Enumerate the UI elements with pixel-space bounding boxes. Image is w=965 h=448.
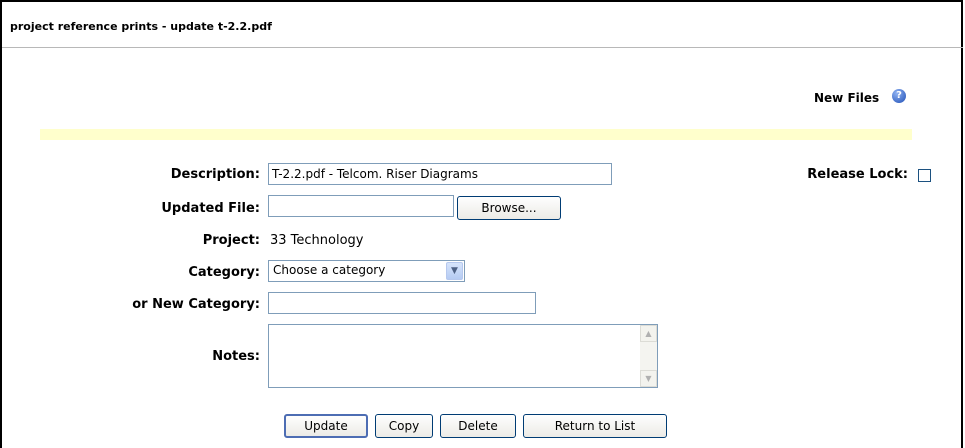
notes-textarea[interactable]: ▲ ▼	[268, 324, 658, 388]
page-title: project reference prints - update t-2.2.…	[10, 20, 272, 33]
project-value: 33 Technology	[270, 233, 364, 248]
scroll-up-icon[interactable]: ▲	[640, 325, 657, 342]
category-select[interactable]: Choose a category ▼	[268, 260, 465, 282]
browse-button[interactable]: Browse...	[457, 196, 561, 220]
new-category-label: or New Category:	[132, 297, 260, 312]
new-files-label: New Files	[814, 91, 880, 105]
return-to-list-button[interactable]: Return to List	[523, 414, 667, 438]
notes-label: Notes:	[212, 349, 260, 364]
copy-button[interactable]: Copy	[375, 414, 433, 438]
release-lock-label: Release Lock:	[807, 167, 908, 182]
updated-file-label: Updated File:	[161, 201, 260, 216]
project-label: Project:	[202, 233, 260, 248]
highlight-bar	[40, 129, 912, 140]
title-divider	[2, 47, 963, 48]
updated-file-field[interactable]	[268, 195, 454, 217]
chevron-down-icon[interactable]: ▼	[446, 262, 463, 280]
help-icon[interactable]: ?	[892, 89, 906, 103]
new-category-field[interactable]	[268, 292, 536, 314]
description-label: Description:	[170, 167, 260, 182]
update-button[interactable]: Update	[284, 414, 368, 438]
delete-button[interactable]: Delete	[440, 414, 516, 438]
notes-scrollbar[interactable]: ▲ ▼	[640, 325, 657, 387]
release-lock-checkbox[interactable]	[918, 169, 931, 182]
description-field[interactable]: T-2.2.pdf - Telcom. Riser Diagrams	[268, 163, 612, 185]
scroll-down-icon[interactable]: ▼	[640, 370, 657, 387]
category-selected-value: Choose a category	[273, 263, 386, 277]
category-label: Category:	[188, 265, 260, 280]
